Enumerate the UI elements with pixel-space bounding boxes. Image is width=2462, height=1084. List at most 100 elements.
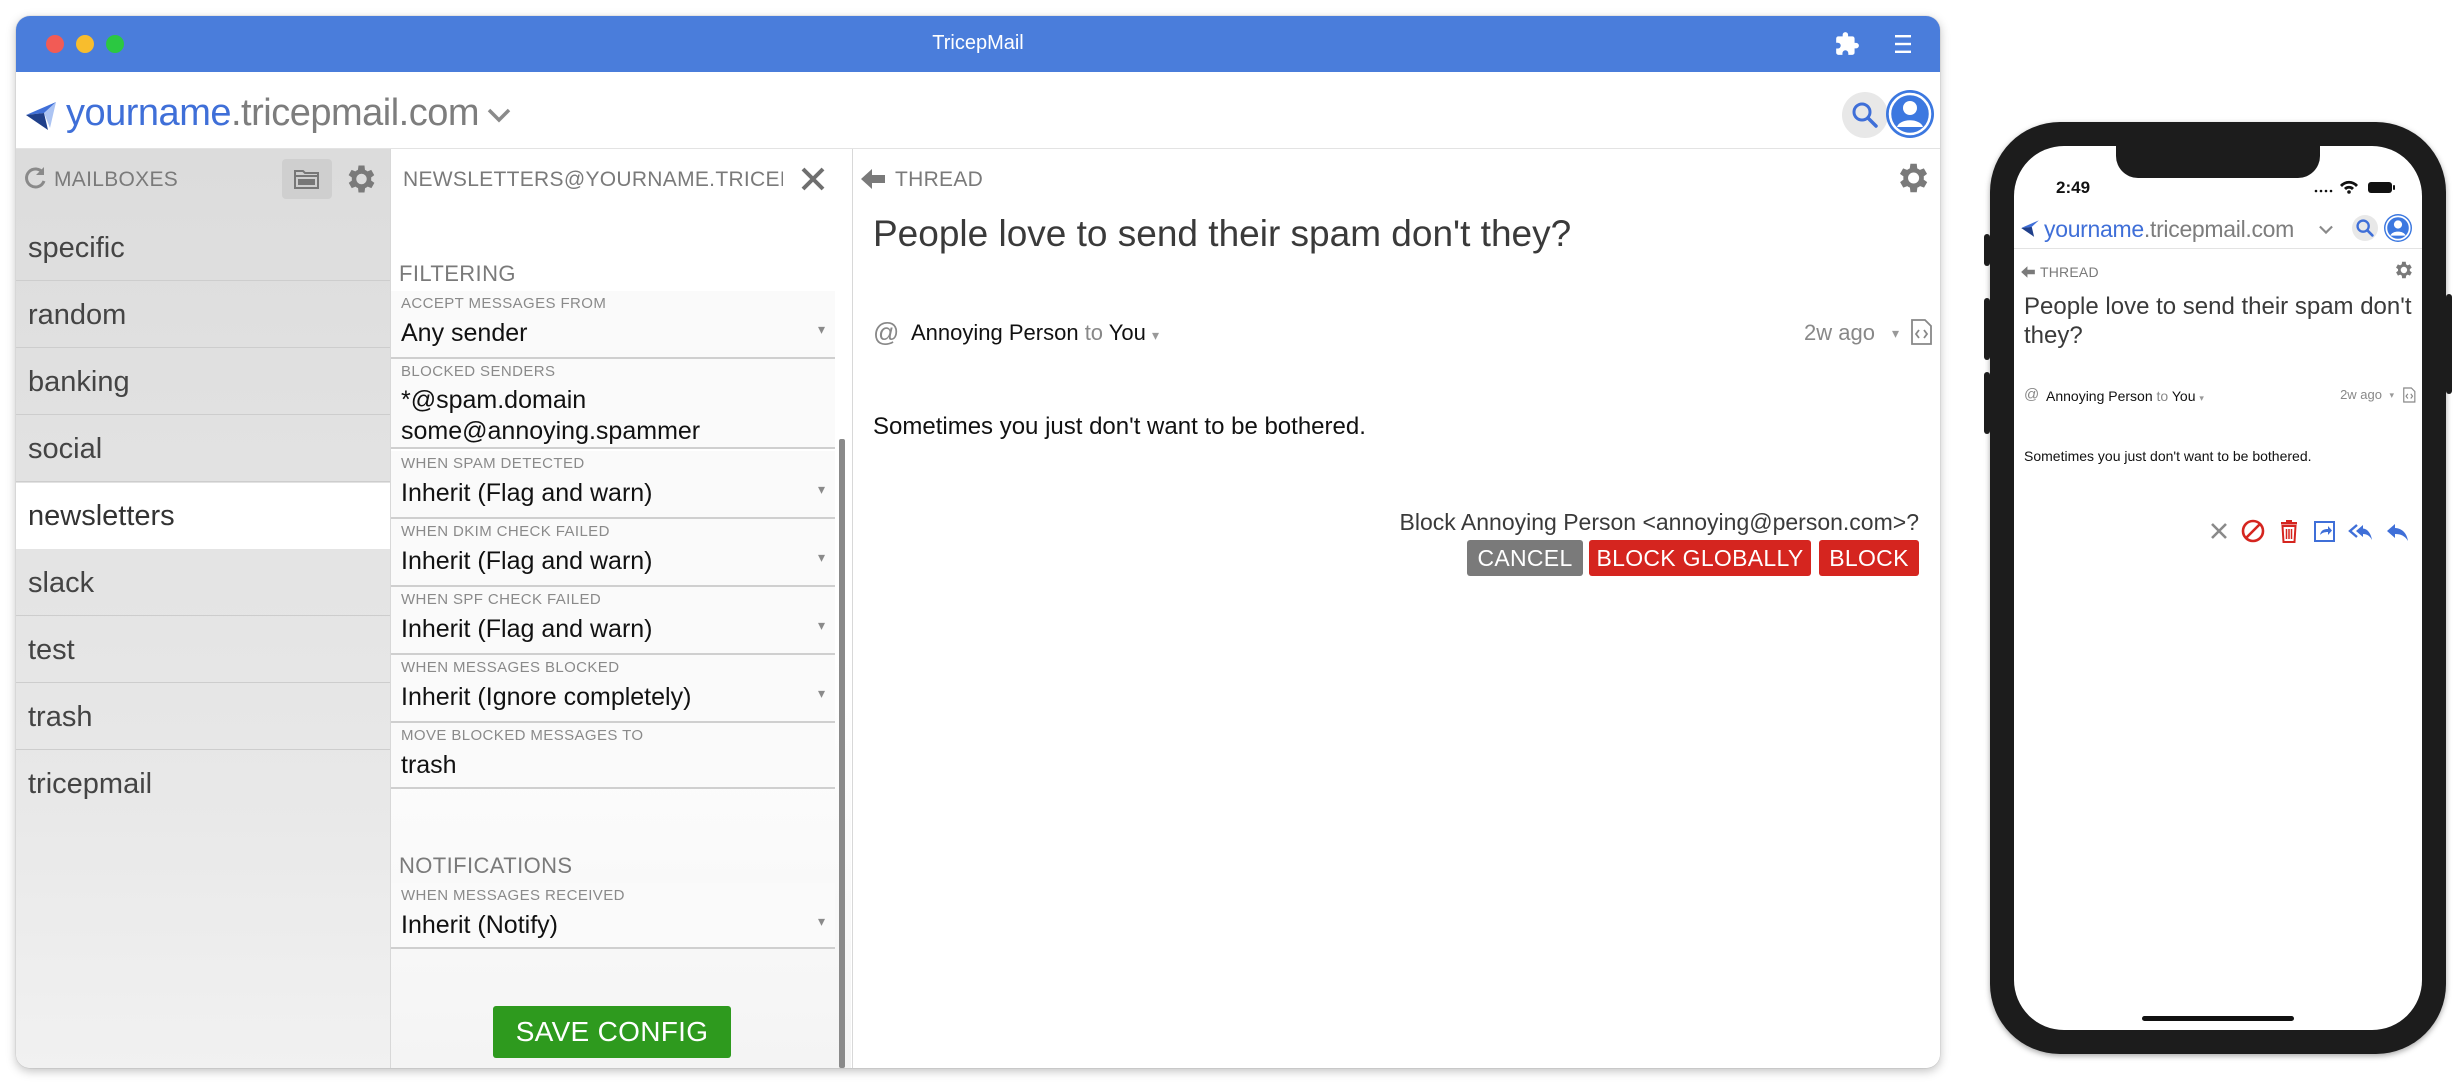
thread-subject: People love to send their spam don't the…: [873, 213, 1572, 254]
accept-from-select[interactable]: ACCEPT MESSAGES FROM Any sender ▾: [391, 291, 835, 359]
phone-message-time: 2w ago: [2340, 387, 2382, 402]
at-icon: @: [2024, 386, 2040, 403]
dropdown-arrow-icon: ▾: [817, 321, 825, 337]
search-button[interactable]: [1842, 92, 1888, 138]
mailbox-item-random[interactable]: random: [16, 282, 390, 348]
folder-icon: [294, 170, 319, 189]
window-title: TricepMail: [932, 32, 1024, 54]
phone-side-button: [1984, 234, 1990, 266]
spam-detected-select[interactable]: WHEN SPAM DETECTED Inherit (Flag and war…: [391, 451, 835, 519]
gear-icon[interactable]: [342, 161, 378, 197]
block-icon[interactable]: [2240, 518, 2266, 544]
message-header[interactable]: Annoying Person to You ▾: [911, 320, 1159, 346]
status-time: 2:49: [2056, 178, 2091, 197]
folder-button[interactable]: [282, 159, 332, 199]
source-code-icon[interactable]: [2402, 387, 2416, 403]
menu-icon[interactable]: [1890, 32, 1914, 56]
source-code-icon[interactable]: [1909, 319, 1933, 345]
mailbox-item-newsletters[interactable]: newsletters: [16, 483, 390, 549]
blocked-senders-field[interactable]: BLOCKED SENDERS *@spam.domain some@annoy…: [391, 359, 835, 449]
reply-all-icon[interactable]: [2348, 518, 2374, 544]
block-globally-button[interactable]: BLOCK GLOBALLY: [1589, 540, 1811, 576]
mailbox-item-test[interactable]: test: [16, 617, 390, 683]
phone-message-header[interactable]: Annoying Person to You ▾: [2046, 388, 2204, 404]
move-blocked-to-field[interactable]: MOVE BLOCKED MESSAGES TO trash: [391, 723, 835, 789]
trash-icon[interactable]: [2276, 518, 2302, 544]
mailbox-item-slack[interactable]: slack: [16, 550, 390, 616]
mailboxes-panel: MAILBOXES specific random banking social…: [16, 149, 390, 1068]
mailbox-item-social[interactable]: social: [16, 416, 390, 482]
refresh-icon[interactable]: [22, 165, 48, 191]
recipient-name: You: [2171, 388, 2196, 404]
mailbox-item-banking[interactable]: banking: [16, 349, 390, 415]
thread-panel: THREAD People love to send their spam do…: [852, 149, 1940, 1068]
filtering-section-title: FILTERING: [399, 261, 516, 286]
mailbox-item-trash[interactable]: trash: [16, 684, 390, 750]
chevron-down-icon[interactable]: [2318, 224, 2334, 235]
mailbox-item-specific[interactable]: specific: [16, 215, 390, 281]
search-icon: [2356, 219, 2374, 237]
dropdown-arrow-icon: ▾: [817, 481, 825, 497]
close-icon[interactable]: [2206, 518, 2232, 544]
sender-name: Annoying Person: [911, 320, 1079, 345]
phone-search-button[interactable]: [2352, 215, 2378, 241]
sender-name: Annoying Person: [2046, 388, 2153, 404]
mailboxes-header: MAILBOXES: [16, 149, 390, 209]
status-icons: [2314, 180, 2395, 194]
dkim-failed-select[interactable]: WHEN DKIM CHECK FAILED Inherit (Flag and…: [391, 519, 835, 587]
account-domain[interactable]: yourname.tricepmail.com: [66, 92, 479, 135]
puzzle-icon[interactable]: [1834, 31, 1860, 57]
close-icon[interactable]: [799, 165, 827, 193]
back-arrow-icon[interactable]: [2020, 264, 2036, 280]
dropdown-arrow-icon: ▾: [817, 913, 825, 929]
caret-down-icon[interactable]: ▾: [2389, 390, 2394, 401]
dropdown-arrow-icon: ▾: [817, 685, 825, 701]
messages-received-select[interactable]: WHEN MESSAGES RECEIVED Inherit (Notify) …: [391, 883, 835, 949]
phone-thread-subject: People love to send their spam don't the…: [2024, 293, 2412, 349]
phone-notch: [2116, 146, 2320, 178]
dropdown-arrow-icon: ▾: [817, 617, 825, 633]
gear-icon[interactable]: [2392, 259, 2414, 281]
config-scrollbar[interactable]: [839, 439, 845, 1068]
spf-failed-select[interactable]: WHEN SPF CHECK FAILED Inherit (Flag and …: [391, 587, 835, 655]
dropdown-arrow-icon: ▾: [817, 549, 825, 565]
save-config-button[interactable]: SAVE CONFIG: [493, 1006, 731, 1058]
block-button[interactable]: BLOCK: [1819, 540, 1919, 576]
phone-action-bar: [2206, 518, 2412, 548]
caret-down-icon[interactable]: ▾: [1892, 325, 1899, 342]
avatar[interactable]: [1886, 90, 1934, 138]
phone-account-domain[interactable]: yourname.tricepmail.com: [2044, 216, 2294, 243]
reply-icon[interactable]: [2384, 518, 2410, 544]
user-icon: [1888, 92, 1932, 136]
messages-blocked-select[interactable]: WHEN MESSAGES BLOCKED Inherit (Ignore co…: [391, 655, 835, 723]
gear-icon[interactable]: [1893, 159, 1931, 197]
caret-down-icon: ▾: [2199, 393, 2204, 403]
thread-label: THREAD: [895, 168, 984, 191]
message-body: Sometimes you just don't want to be both…: [873, 413, 1366, 440]
search-icon: [1852, 102, 1878, 128]
home-indicator: [2142, 1016, 2294, 1021]
phone-frame: 2:49 yourname.tricepmail.com THREAD Peop…: [1984, 122, 2452, 1054]
message-time: 2w ago: [1804, 320, 1875, 345]
back-arrow-icon[interactable]: [859, 165, 887, 193]
mailbox-config-panel: NEWSLETTERS@YOURNAME.TRICEPMAIL.COM FILT…: [390, 149, 851, 1068]
phone-side-button: [1984, 372, 1990, 434]
phone-message-body: Sometimes you just don't want to be both…: [2024, 448, 2312, 464]
title-bar: TricepMail: [16, 16, 1940, 72]
cancel-button[interactable]: CANCEL: [1467, 540, 1583, 576]
address-bar: yourname.tricepmail.com: [16, 72, 1940, 149]
phone-address-bar: yourname.tricepmail.com: [2014, 208, 2422, 249]
recipient-name: You: [1108, 320, 1146, 345]
phone-avatar[interactable]: [2384, 214, 2412, 242]
notifications-section-title: NOTIFICATIONS: [399, 853, 573, 878]
config-title: NEWSLETTERS@YOURNAME.TRICEPMAIL.COM: [403, 168, 783, 191]
at-icon: @: [873, 317, 900, 347]
tricepmail-logo-icon: [26, 102, 56, 130]
forward-icon[interactable]: [2312, 518, 2338, 544]
mailbox-item-tricepmail[interactable]: tricepmail: [16, 751, 390, 817]
caret-down-icon: ▾: [1152, 327, 1160, 343]
config-header: NEWSLETTERS@YOURNAME.TRICEPMAIL.COM: [391, 149, 851, 209]
chevron-down-icon[interactable]: [486, 106, 512, 124]
mailboxes-title: MAILBOXES: [54, 168, 179, 191]
phone-side-button: [1984, 298, 1990, 360]
